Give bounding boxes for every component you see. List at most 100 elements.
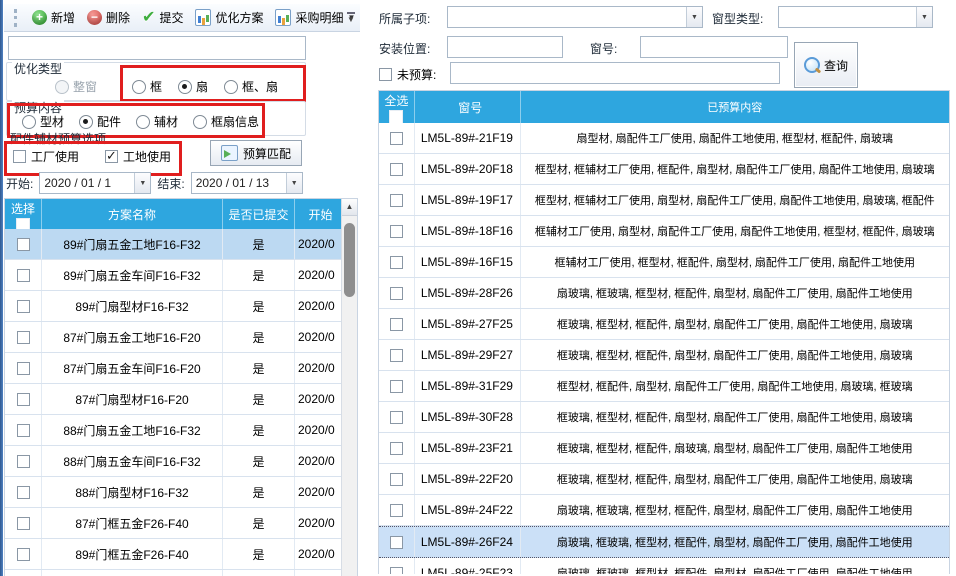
- window-row[interactable]: LM5L-89#-26F24 扇玻璃, 框玻璃, 框型材, 框配件, 扇型材, …: [379, 526, 949, 558]
- row-checkbox[interactable]: [390, 163, 403, 176]
- window-row[interactable]: LM5L-89#-27F25 框玻璃, 框型材, 框配件, 扇型材, 扇配件工厂…: [379, 309, 949, 340]
- row-checkbox[interactable]: [390, 411, 403, 424]
- plan-name-header[interactable]: 方案名称: [42, 199, 223, 229]
- row-checkbox[interactable]: [17, 331, 30, 344]
- plan-row[interactable]: 88#门框五金F21-F40 是 2020/0: [5, 570, 343, 576]
- plan-row[interactable]: 88#门扇型材F16-F32 是 2020/0: [5, 477, 343, 508]
- vertical-scrollbar[interactable]: ▲: [341, 199, 357, 576]
- submitted-cell: 是: [223, 446, 295, 476]
- toolbar-overflow-button[interactable]: ▼: [344, 10, 358, 28]
- row-checkbox[interactable]: [390, 442, 403, 455]
- chevron-down-icon[interactable]: ▼: [286, 173, 302, 193]
- window-row[interactable]: LM5L-89#-23F21 框玻璃, 框型材, 框配件, 扇玻璃, 扇型材, …: [379, 433, 949, 464]
- window-row[interactable]: LM5L-89#-24F22 扇玻璃, 框玻璃, 框型材, 框配件, 扇型材, …: [379, 495, 949, 526]
- install-position-input[interactable]: [447, 36, 563, 58]
- row-checkbox[interactable]: [17, 517, 30, 530]
- row-checkbox[interactable]: [390, 380, 403, 393]
- delete-button[interactable]: − 删除: [87, 9, 130, 26]
- row-checkbox[interactable]: [17, 393, 30, 406]
- window-no-input[interactable]: [640, 36, 788, 58]
- budget-radio[interactable]: 辅材: [136, 113, 178, 130]
- chevron-down-icon[interactable]: ▼: [134, 173, 150, 193]
- window-row[interactable]: LM5L-89#-20F18 框型材, 框辅材工厂使用, 框配件, 扇型材, 扇…: [379, 154, 949, 185]
- add-button[interactable]: + 新增: [32, 9, 75, 26]
- window-row[interactable]: LM5L-89#-29F27 框玻璃, 框型材, 框配件, 扇型材, 扇配件工厂…: [379, 340, 949, 371]
- plan-row[interactable]: 87#门框五金F26-F40 是 2020/0: [5, 508, 343, 539]
- row-checkbox[interactable]: [390, 349, 403, 362]
- no-budget-checkbox[interactable]: 未预算:: [379, 66, 436, 83]
- select-all-checkbox[interactable]: [16, 218, 30, 229]
- window-row[interactable]: LM5L-89#-25F23 扇玻璃, 框玻璃, 框型材, 框配件, 扇型材, …: [379, 558, 949, 574]
- plan-row[interactable]: 88#门扇五金工地F16-F32 是 2020/0: [5, 415, 343, 446]
- sub-item-combobox[interactable]: ▼: [447, 6, 703, 28]
- row-checkbox[interactable]: [390, 194, 403, 207]
- window-row[interactable]: LM5L-89#-16F15 框辅材工厂使用, 框型材, 框配件, 扇型材, 扇…: [379, 247, 949, 278]
- window-no-header[interactable]: 窗号: [415, 91, 521, 123]
- row-checkbox[interactable]: [390, 225, 403, 238]
- row-checkbox[interactable]: [17, 300, 30, 313]
- window-left-border: [0, 0, 3, 576]
- query-button[interactable]: 查询: [794, 42, 858, 88]
- start-header[interactable]: 开始: [295, 199, 343, 229]
- select-all-header[interactable]: 全选: [379, 91, 415, 123]
- opt-type-radio[interactable]: 框: [132, 78, 162, 95]
- window-row[interactable]: LM5L-89#-31F29 框型材, 框配件, 扇型材, 扇配件工厂使用, 扇…: [379, 371, 949, 402]
- scroll-up-arrow-icon[interactable]: ▲: [342, 199, 357, 216]
- plan-row[interactable]: 89#门扇型材F16-F32 是 2020/0: [5, 291, 343, 322]
- budget-radio[interactable]: 配件: [79, 113, 121, 130]
- window-no-cell: LM5L-89#-30F28: [415, 402, 521, 432]
- radio-whole-window[interactable]: 整窗: [55, 78, 97, 95]
- opt-type-radio[interactable]: 框、扇: [224, 78, 278, 95]
- row-checkbox[interactable]: [390, 473, 403, 486]
- chevron-down-icon[interactable]: ▼: [916, 7, 932, 27]
- optimization-plan-button[interactable]: 优化方案: [195, 9, 263, 26]
- row-checkbox[interactable]: [17, 455, 30, 468]
- row-checkbox[interactable]: [17, 548, 30, 561]
- plan-row[interactable]: 89#门框五金F26-F40 是 2020/0: [5, 539, 343, 570]
- row-checkbox[interactable]: [390, 536, 403, 549]
- row-checkbox[interactable]: [17, 424, 30, 437]
- window-row[interactable]: LM5L-89#-21F19 扇型材, 扇配件工厂使用, 扇配件工地使用, 框型…: [379, 123, 949, 154]
- acc-checkbox[interactable]: 工地使用: [105, 148, 171, 165]
- plan-row[interactable]: 88#门扇五金车间F16-F32 是 2020/0: [5, 446, 343, 477]
- row-checkbox[interactable]: [390, 132, 403, 145]
- row-checkbox[interactable]: [390, 287, 403, 300]
- row-checkbox[interactable]: [390, 504, 403, 517]
- row-checkbox[interactable]: [17, 362, 30, 375]
- budgeted-content-header[interactable]: 已预算内容: [521, 91, 949, 123]
- budget-radio[interactable]: 型材: [22, 113, 64, 130]
- submit-button[interactable]: ✔ 提交: [142, 9, 183, 26]
- scrollbar-thumb[interactable]: [344, 223, 355, 297]
- no-budget-input[interactable]: [450, 62, 780, 84]
- row-checkbox[interactable]: [17, 238, 30, 251]
- window-row[interactable]: LM5L-89#-19F17 框型材, 框辅材工厂使用, 扇型材, 扇配件工厂使…: [379, 185, 949, 216]
- row-checkbox[interactable]: [390, 318, 403, 331]
- window-type-combobox[interactable]: ▼: [778, 6, 933, 28]
- window-row[interactable]: LM5L-89#-18F16 框辅材工厂使用, 扇型材, 扇配件工厂使用, 扇配…: [379, 216, 949, 247]
- row-checkbox[interactable]: [390, 567, 403, 575]
- plan-search-input[interactable]: [8, 36, 306, 60]
- plan-row[interactable]: 87#门扇五金工地F16-F20 是 2020/0: [5, 322, 343, 353]
- window-row[interactable]: LM5L-89#-22F20 框玻璃, 框型材, 框配件, 扇型材, 扇配件工厂…: [379, 464, 949, 495]
- plan-row[interactable]: 89#门扇五金工地F16-F32 是 2020/0: [5, 229, 343, 260]
- window-row[interactable]: LM5L-89#-30F28 框玻璃, 框型材, 框配件, 扇型材, 扇配件工厂…: [379, 402, 949, 433]
- submitted-header[interactable]: 是否已提交: [223, 199, 295, 229]
- budget-match-button[interactable]: 预算匹配: [210, 140, 302, 166]
- opt-type-radio[interactable]: 扇: [178, 78, 208, 95]
- chevron-down-icon[interactable]: ▼: [686, 7, 702, 27]
- end-date-picker[interactable]: 2020 / 01 / 13 ▼: [191, 172, 303, 194]
- toolbar-grip[interactable]: [14, 9, 20, 27]
- plan-row[interactable]: 87#门扇五金车间F16-F20 是 2020/0: [5, 353, 343, 384]
- plan-row[interactable]: 89#门扇五金车间F16-F32 是 2020/0: [5, 260, 343, 291]
- start-date-picker[interactable]: 2020 / 01 / 1 ▼: [39, 172, 151, 194]
- row-checkbox[interactable]: [17, 269, 30, 282]
- row-checkbox[interactable]: [17, 486, 30, 499]
- acc-checkbox[interactable]: 工厂使用: [13, 148, 79, 165]
- select-all-checkbox[interactable]: [389, 110, 403, 123]
- plan-row[interactable]: 87#门扇型材F16-F20 是 2020/0: [5, 384, 343, 415]
- select-all-header[interactable]: 选择: [5, 199, 42, 229]
- row-checkbox[interactable]: [390, 256, 403, 269]
- window-no-cell: LM5L-89#-23F21: [415, 433, 521, 463]
- budget-radio[interactable]: 框扇信息: [193, 113, 259, 130]
- window-row[interactable]: LM5L-89#-28F26 扇玻璃, 框玻璃, 框型材, 框配件, 扇型材, …: [379, 278, 949, 309]
